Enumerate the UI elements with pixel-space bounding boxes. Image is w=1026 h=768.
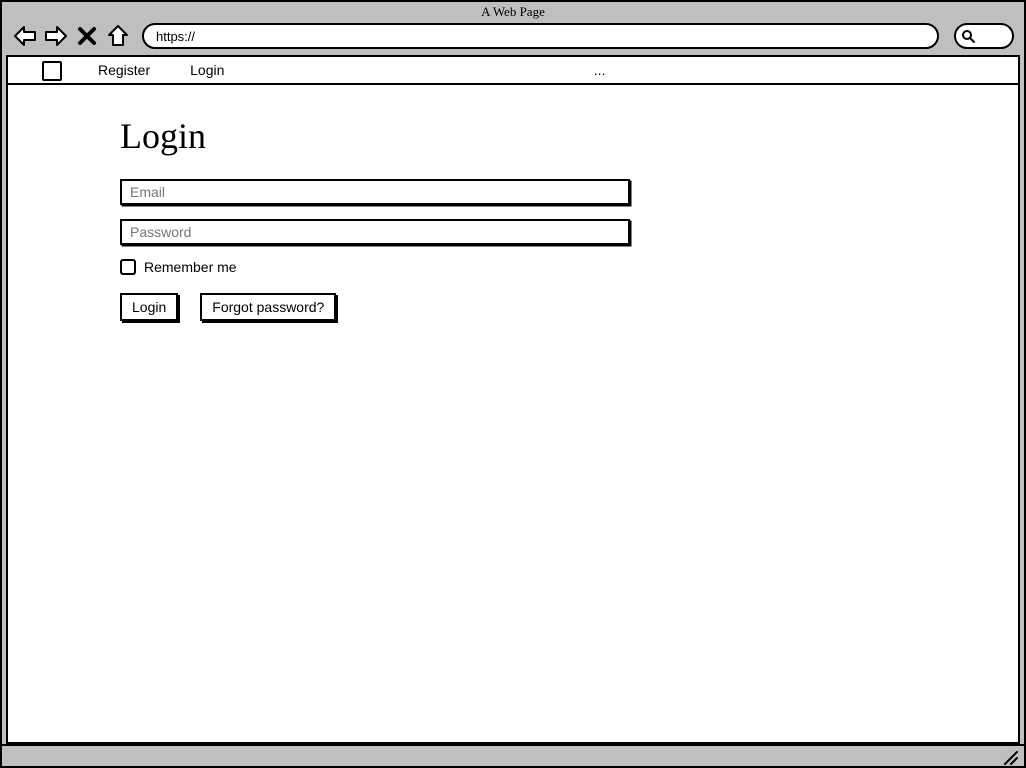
remember-label: Remember me — [144, 259, 237, 275]
email-field[interactable] — [128, 183, 622, 201]
page-viewport: Register Login ... Login Remember me Log… — [6, 55, 1020, 744]
browser-toolbar: https:// — [2, 21, 1024, 55]
back-arrow-icon[interactable] — [12, 23, 38, 49]
url-bar[interactable]: https:// — [142, 23, 939, 49]
nav-login[interactable]: Login — [190, 62, 224, 78]
top-nav: Register Login ... — [8, 57, 1018, 85]
nav-overflow[interactable]: ... — [594, 62, 606, 78]
login-form-area: Login Remember me Login Forgot password? — [8, 85, 1018, 742]
forward-arrow-icon[interactable] — [43, 23, 69, 49]
home-icon[interactable] — [105, 23, 131, 49]
window-title: A Web Page — [2, 2, 1024, 21]
password-field-wrapper[interactable] — [120, 219, 630, 245]
remember-checkbox[interactable] — [120, 259, 136, 275]
login-button[interactable]: Login — [120, 293, 178, 321]
status-bar — [2, 744, 1024, 766]
logo-placeholder[interactable] — [42, 61, 62, 81]
nav-register[interactable]: Register — [98, 62, 150, 78]
browser-window: A Web Page https:// Register Login — [0, 0, 1026, 768]
resize-grip-icon[interactable] — [1002, 749, 1018, 765]
forgot-password-button[interactable]: Forgot password? — [200, 293, 336, 321]
page-title: Login — [120, 115, 1018, 157]
button-row: Login Forgot password? — [120, 293, 1018, 321]
password-field[interactable] — [128, 223, 622, 241]
email-field-wrapper[interactable] — [120, 179, 630, 205]
url-text: https:// — [156, 29, 195, 44]
magnifier-icon — [960, 28, 976, 44]
stop-x-icon[interactable] — [74, 23, 100, 49]
search-button[interactable] — [954, 23, 1014, 49]
remember-row: Remember me — [120, 259, 1018, 275]
